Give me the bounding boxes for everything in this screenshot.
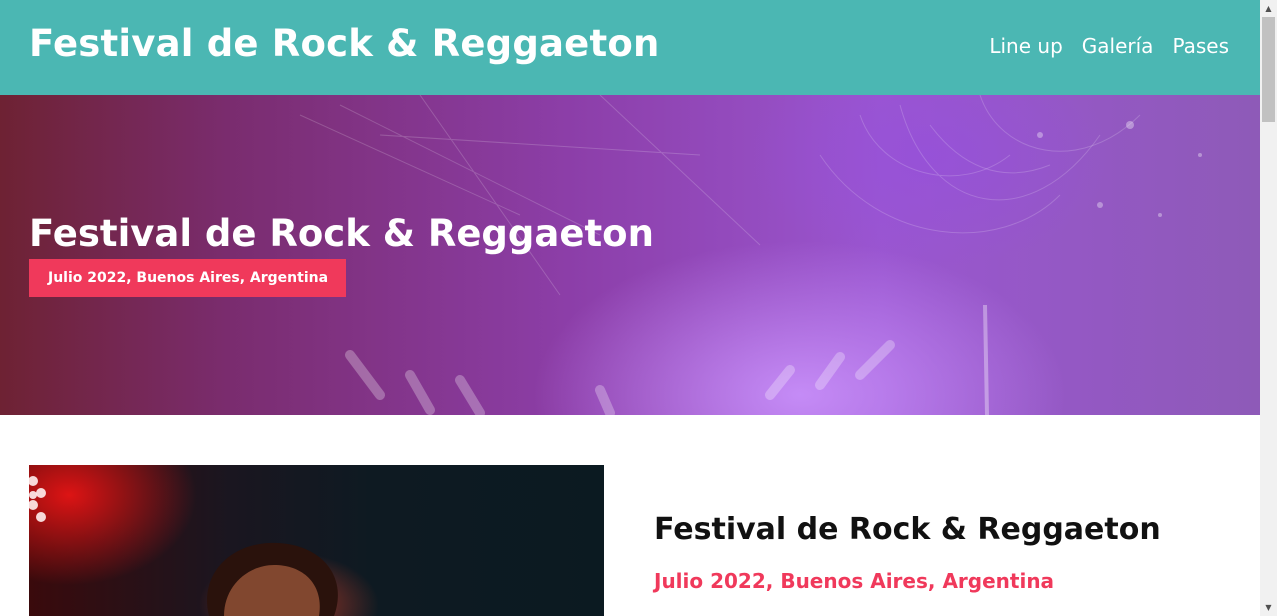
performer-photo-graphic — [29, 476, 338, 616]
scroll-down-icon[interactable]: ▼ — [1260, 599, 1277, 616]
event-info-subtitle: Julio 2022, Buenos Aires, Argentina — [654, 569, 1055, 593]
nav-link-pases[interactable]: Pases — [1172, 34, 1229, 58]
scroll-up-icon[interactable]: ▲ — [1260, 0, 1277, 17]
hero-date-location-badge: Julio 2022, Buenos Aires, Argentina — [29, 259, 346, 297]
hero-banner: Festival de Rock & Reggaeton Julio 2022,… — [0, 95, 1260, 415]
page-viewport: Festival de Rock & Reggaeton Line up Gal… — [0, 0, 1260, 616]
nav-link-galeria[interactable]: Galería — [1082, 34, 1154, 58]
vertical-scrollbar[interactable]: ▲ ▼ — [1260, 0, 1277, 616]
nav-link-line-up[interactable]: Line up — [989, 34, 1062, 58]
performer-photo — [29, 465, 604, 616]
event-info-title: Festival de Rock & Reggaeton — [654, 512, 1161, 547]
site-title[interactable]: Festival de Rock & Reggaeton — [29, 22, 660, 65]
concert-stage-image — [299, 95, 1202, 415]
site-header: Festival de Rock & Reggaeton Line up Gal… — [0, 0, 1260, 95]
scrollbar-thumb[interactable] — [1262, 17, 1275, 122]
hero-title: Festival de Rock & Reggaeton — [29, 212, 654, 255]
main-nav: Line up Galería Pases — [989, 34, 1229, 58]
